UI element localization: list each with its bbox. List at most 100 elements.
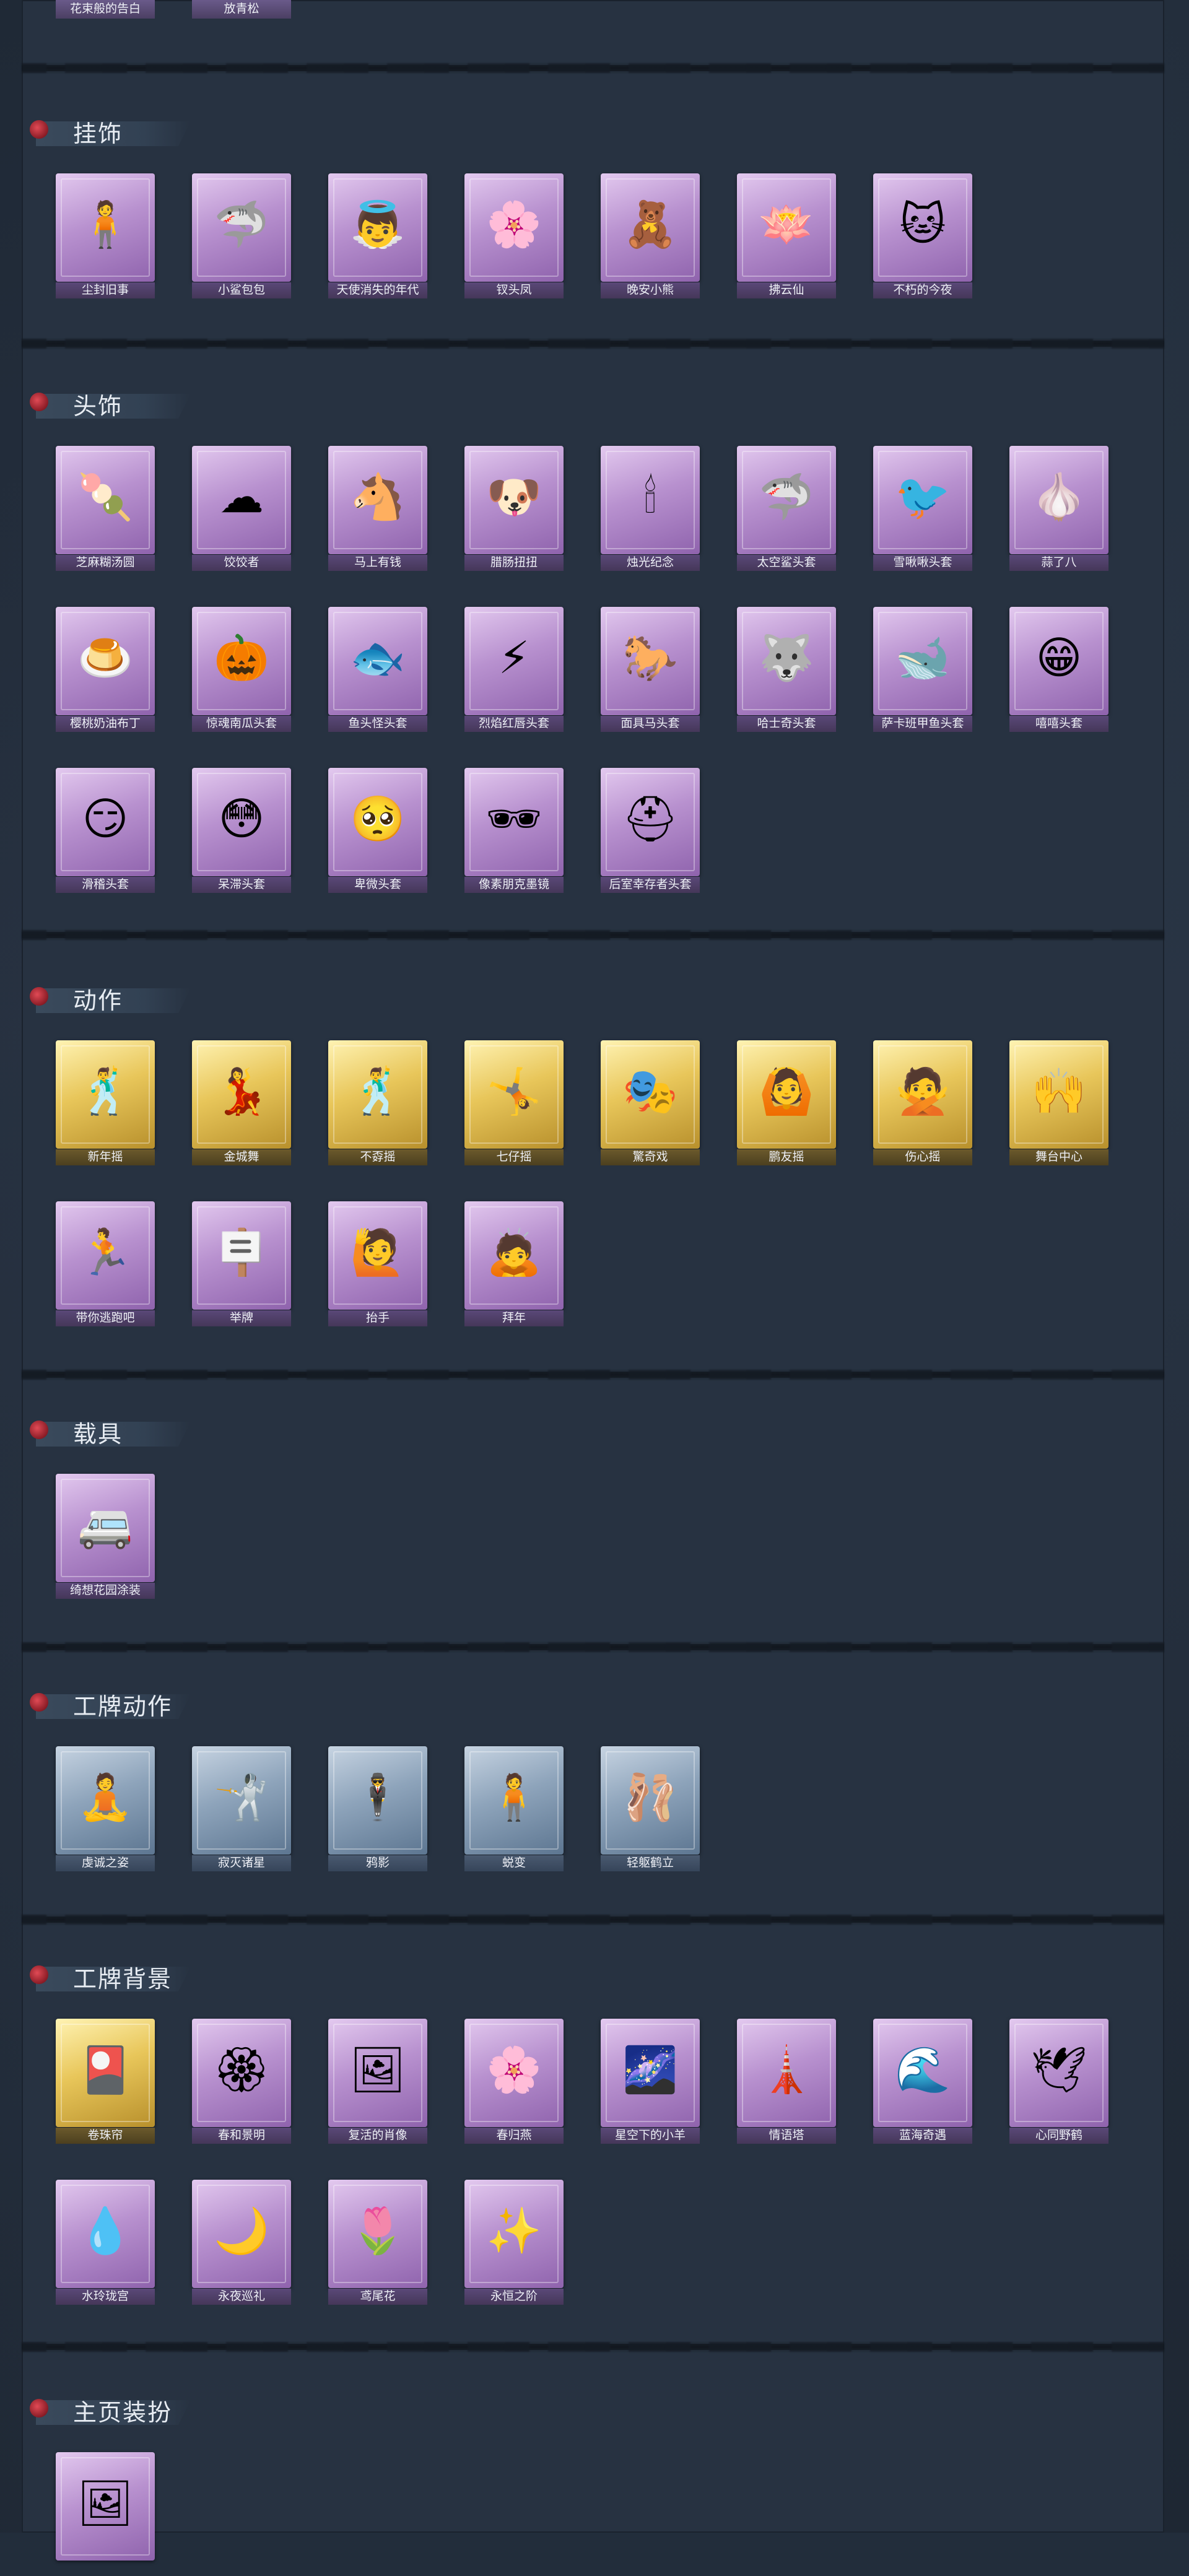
item-card[interactable]: 🧘	[56, 1746, 155, 1855]
collection-item[interactable]: 🙇 拜年	[464, 1201, 564, 1326]
item-card[interactable]: 🐦	[873, 446, 972, 554]
collection-item[interactable]: 🎭 驚奇戏	[601, 1040, 700, 1165]
item-card[interactable]: 🙋	[328, 1201, 427, 1310]
item-card[interactable]: 🤸	[464, 1040, 564, 1149]
collection-item[interactable]: 🏃 带你逃跑吧	[56, 1201, 155, 1326]
collection-item[interactable]: 🍮 樱桃奶油布丁	[56, 607, 155, 732]
collection-item[interactable]: 🧍 蜕变	[464, 1746, 564, 1871]
item-card[interactable]: 🙆	[737, 1040, 836, 1149]
collection-item[interactable]: 🐎 面具马头套	[601, 607, 700, 732]
item-card[interactable]: ⚡	[464, 607, 564, 715]
collection-item[interactable]: 😏 滑稽头套	[56, 768, 155, 893]
collection-item[interactable]: 🦈 小鲨包包	[192, 173, 291, 298]
item-card[interactable]: 🧍	[464, 1746, 564, 1855]
collection-item[interactable]: 🧸 晚安小熊	[601, 173, 700, 298]
item-card[interactable]: 🦈	[737, 446, 836, 554]
collection-item[interactable]: 🐋 萨卡班甲鱼头套	[873, 607, 972, 732]
collection-item[interactable]: 🐺 哈士奇头套	[737, 607, 836, 732]
item-card[interactable]: 🪧	[192, 1201, 291, 1310]
item-card[interactable]: ⛑	[601, 768, 700, 876]
collection-item[interactable]: 🕴 鸦影	[328, 1746, 427, 1871]
collection-item[interactable]: 🕶 像素朋克墨镜	[464, 768, 564, 893]
collection-item[interactable]: 🐱 不朽的今夜	[873, 173, 972, 298]
item-card[interactable]: 🥺	[328, 768, 427, 876]
item-card[interactable]: 🕴	[328, 1746, 427, 1855]
item-card[interactable]: 🚐	[56, 1474, 155, 1582]
item-card[interactable]: 🎃	[192, 607, 291, 715]
collection-item[interactable]: 🥺 卑微头套	[328, 768, 427, 893]
collection-item[interactable]: ☁ 饺饺者	[192, 446, 291, 571]
item-card[interactable]: 🧍	[56, 173, 155, 282]
collection-item[interactable]: ⛑ 后室幸存者头套	[601, 768, 700, 893]
item-card[interactable]: 🐎	[601, 607, 700, 715]
collection-item[interactable]: 🕺 不孬摇	[328, 1040, 427, 1165]
collection-item[interactable]: 🪷 拂云仙	[737, 173, 836, 298]
item-card[interactable]: 🦈	[192, 173, 291, 282]
collection-item[interactable]: 🌸 钗头凤	[464, 173, 564, 298]
collection-item[interactable]: 👼 天使消失的年代	[328, 173, 427, 298]
item-card[interactable]: 💃	[192, 1040, 291, 1149]
item-card[interactable]: 🐶	[464, 446, 564, 554]
item-card[interactable]: 🐱	[873, 173, 972, 282]
item-card[interactable]: 🌙	[192, 2180, 291, 2288]
collection-item[interactable]: 🌸 春归燕	[464, 2019, 564, 2144]
item-card[interactable]: 🍮	[56, 607, 155, 715]
collection-item[interactable]: 🕊 心同野鹤	[1009, 2019, 1108, 2144]
item-card[interactable]: 🍡	[56, 446, 155, 554]
item-card[interactable]: 🌷	[328, 2180, 427, 2288]
collection-item[interactable]: ⚡ 烈焰红唇头套	[464, 607, 564, 732]
collection-item[interactable]: 🍡 芝麻糊汤圆	[56, 446, 155, 571]
collection-item[interactable]: 🤸 七仔摇	[464, 1040, 564, 1165]
item-card[interactable]: ☁	[192, 446, 291, 554]
collection-item[interactable]: 🎴 卷珠帘	[56, 2019, 155, 2144]
collection-item[interactable]: 🕺 新年摇	[56, 1040, 155, 1165]
collection-item[interactable]: 💧 水玲珑宫	[56, 2180, 155, 2305]
item-card[interactable]: 🐺	[737, 607, 836, 715]
collection-item[interactable]: 🙋 抬手	[328, 1201, 427, 1326]
item-card[interactable]: 🏵	[192, 2019, 291, 2127]
collection-item[interactable]: 😁 嘻嘻头套	[1009, 607, 1108, 732]
collection-item[interactable]: 🩰 轻躯鹤立	[601, 1746, 700, 1871]
collection-item[interactable]: 🎃 惊魂南瓜头套	[192, 607, 291, 732]
collection-item[interactable]: 🤺 寂灭诸星	[192, 1746, 291, 1871]
collection-item[interactable]: 🌊 蓝海奇遇	[873, 2019, 972, 2144]
collection-item[interactable]: 🙆 鹏友摇	[737, 1040, 836, 1165]
collection-item[interactable]: 🖼	[56, 2452, 155, 2576]
item-card[interactable]: 🪷	[737, 173, 836, 282]
item-card[interactable]: 🤺	[192, 1746, 291, 1855]
collection-item[interactable]: 🧄 蒜了八	[1009, 446, 1108, 571]
collection-item[interactable]: ✨ 永恒之阶	[464, 2180, 564, 2305]
item-card[interactable]: 🙇	[464, 1201, 564, 1310]
item-card[interactable]: 🌸	[464, 173, 564, 282]
collection-item[interactable]: 🙅 伤心摇	[873, 1040, 972, 1165]
collection-item[interactable]: 🧍 尘封旧事	[56, 173, 155, 298]
item-card[interactable]: 😏	[56, 768, 155, 876]
collection-item[interactable]: 🪧 举牌	[192, 1201, 291, 1326]
item-card[interactable]: 🗼	[737, 2019, 836, 2127]
item-card[interactable]: 😳	[192, 768, 291, 876]
item-card[interactable]: 🙅	[873, 1040, 972, 1149]
collection-item[interactable]: 🦈 太空鲨头套	[737, 446, 836, 571]
item-card[interactable]: 🐴	[328, 446, 427, 554]
item-card[interactable]: 🐋	[873, 607, 972, 715]
item-card[interactable]: 🕶	[464, 768, 564, 876]
collection-item[interactable]: 🐦 雪啾啾头套	[873, 446, 972, 571]
item-card[interactable]: 😁	[1009, 607, 1108, 715]
item-card[interactable]: ✨	[464, 2180, 564, 2288]
item-card[interactable]: 🖼	[328, 2019, 427, 2127]
collection-item[interactable]: 🕯 烛光纪念	[601, 446, 700, 571]
item-card[interactable]: 🖼	[56, 2452, 155, 2561]
item-card[interactable]: 🎭	[601, 1040, 700, 1149]
collection-item[interactable]: 🙌 舞台中心	[1009, 1040, 1108, 1165]
item-card[interactable]: 🌌	[601, 2019, 700, 2127]
collection-item[interactable]: 🖼 复活的肖像	[328, 2019, 427, 2144]
item-card[interactable]: 🧸	[601, 173, 700, 282]
item-card[interactable]: 👼	[328, 173, 427, 282]
item-card[interactable]: 🌊	[873, 2019, 972, 2127]
item-card[interactable]: 🐟	[328, 607, 427, 715]
collection-item[interactable]: 🌷 鸢尾花	[328, 2180, 427, 2305]
collection-item[interactable]: 💃 金城舞	[192, 1040, 291, 1165]
item-card[interactable]: 🌸	[464, 2019, 564, 2127]
collection-item[interactable]: 🐶 腊肠扭扭	[464, 446, 564, 571]
collection-item[interactable]: 🏵 春和景明	[192, 2019, 291, 2144]
